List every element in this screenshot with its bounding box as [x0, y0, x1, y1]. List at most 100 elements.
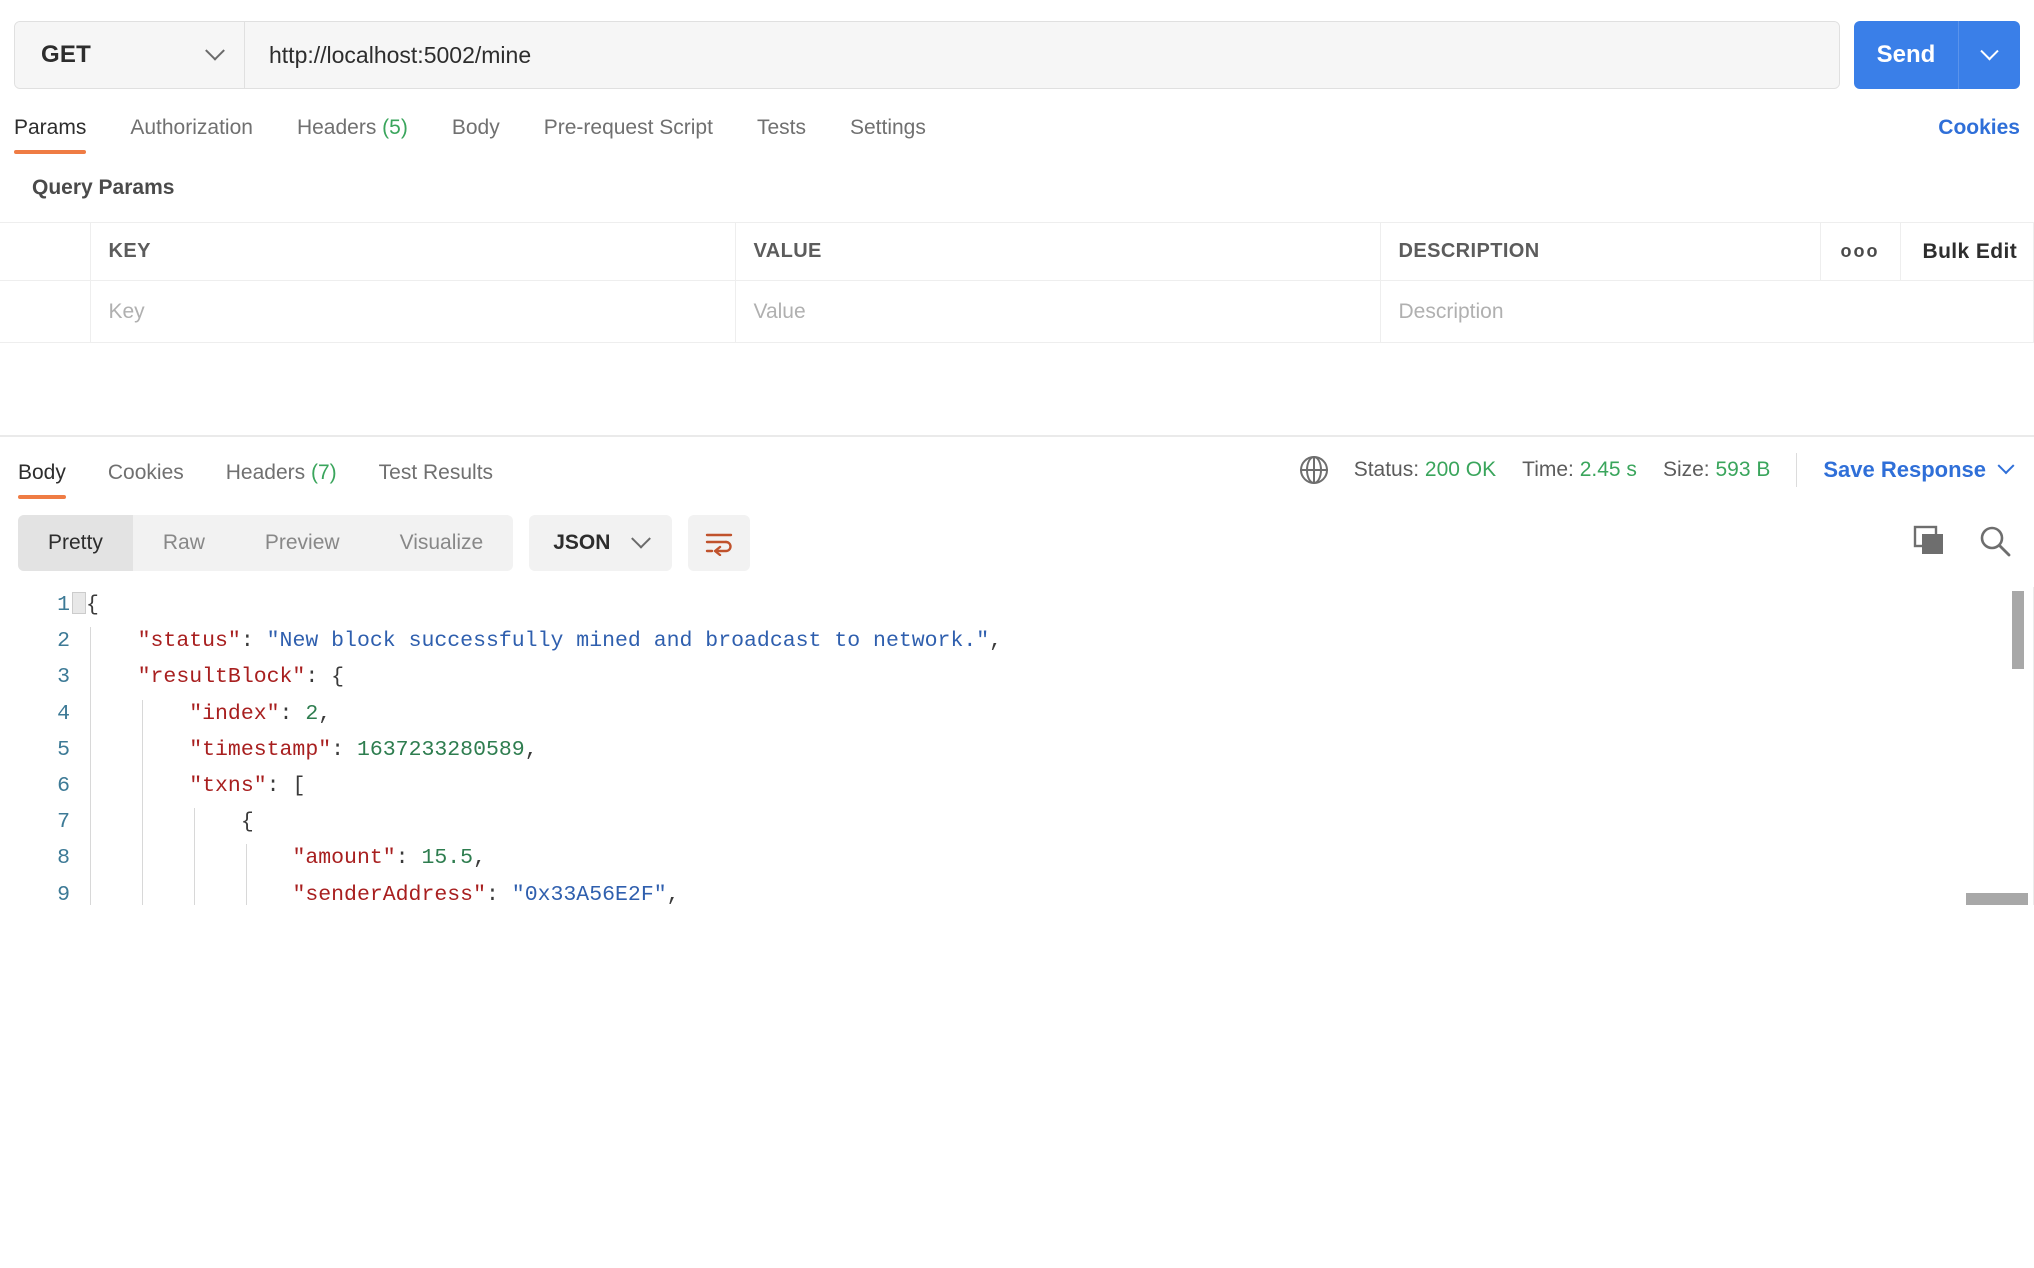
- url-text: http://localhost:5002/mine: [269, 41, 532, 68]
- url-input[interactable]: http://localhost:5002/mine: [245, 22, 1839, 88]
- view-mode-pretty[interactable]: Pretty: [18, 515, 133, 571]
- view-mode-visualize[interactable]: Visualize: [370, 515, 514, 571]
- response-format-label: JSON: [553, 531, 611, 554]
- size-group: Size: 593 B: [1663, 458, 1770, 482]
- response-tab-body-label: Body: [18, 461, 66, 484]
- time-group: Time: 2.45 s: [1522, 458, 1637, 482]
- http-method-label: GET: [41, 41, 91, 68]
- code-line[interactable]: "amount": 15.5,: [86, 840, 2034, 876]
- value-input[interactable]: Value: [735, 280, 1381, 343]
- send-button[interactable]: Send: [1854, 21, 1958, 89]
- code-token-key: "resultBlock": [137, 665, 306, 690]
- code-vertical-scrollbar[interactable]: [2012, 587, 2024, 905]
- code-token-num: 2: [305, 701, 319, 726]
- code-line[interactable]: {: [86, 804, 2034, 840]
- cookies-link[interactable]: Cookies: [1938, 116, 2020, 154]
- line-number: 2: [57, 629, 70, 654]
- code-token-pun: :: [395, 846, 422, 871]
- description-input[interactable]: Description: [1380, 280, 2034, 343]
- table-header-row: KEY VALUE DESCRIPTION ooo Bulk Edit: [0, 222, 2034, 281]
- copy-icon: [1913, 525, 1943, 554]
- response-body-code[interactable]: 1234567891011121314151617 { "status": "N…: [0, 587, 2034, 905]
- save-response-button[interactable]: Save Response: [1823, 457, 2015, 483]
- table-options-button[interactable]: ooo: [1820, 222, 1901, 281]
- response-tab-test-results[interactable]: Test Results: [379, 461, 493, 499]
- query-params-title: Query Params: [32, 176, 175, 199]
- response-tab-cookies[interactable]: Cookies: [108, 461, 184, 499]
- send-options-button[interactable]: [1958, 21, 2020, 89]
- code-line[interactable]: {: [72, 587, 2034, 623]
- code-vertical-scroll-thumb[interactable]: [2012, 591, 2024, 669]
- line-number: 6: [57, 773, 70, 798]
- tab-body[interactable]: Body: [452, 116, 500, 154]
- code-token-num: 15.5: [421, 846, 474, 871]
- code-line[interactable]: "status": "New block successfully mined …: [86, 623, 2034, 659]
- response-format-select[interactable]: JSON: [529, 515, 673, 571]
- code-token-str: "New block successfully mined and broadc…: [266, 629, 990, 654]
- code-fold-marker[interactable]: [72, 592, 86, 614]
- indent-guide: [194, 808, 195, 905]
- code-token-key: "amount": [292, 846, 396, 871]
- request-url-bar: GET http://localhost:5002/mine Send: [0, 0, 2034, 96]
- tab-settings[interactable]: Settings: [850, 116, 926, 154]
- tab-tests[interactable]: Tests: [757, 116, 806, 154]
- response-meta: Status: 200 OK Time: 2.45 s Size: 593 B …: [1299, 453, 2015, 499]
- code-token-pun: {: [240, 810, 254, 835]
- status-value: 200 OK: [1424, 458, 1497, 481]
- col-checkbox: [0, 222, 91, 281]
- size-label: Size:: [1662, 458, 1710, 481]
- copy-button[interactable]: [1912, 525, 1946, 562]
- size-value: 593 B: [1715, 458, 1771, 481]
- tab-pre-request-script-label: Pre-request Script: [543, 116, 713, 139]
- response-body-toolbar: Pretty Raw Preview Visualize JSON: [0, 499, 2034, 587]
- response-tab-headers-label: Headers: [225, 461, 306, 484]
- tab-params[interactable]: Params: [14, 116, 87, 154]
- line-number-gutter: 1234567891011121314151617: [0, 587, 86, 905]
- send-group: Send: [1854, 21, 2020, 89]
- code-token-pun: :: [331, 737, 357, 762]
- chevron-down-icon: [631, 528, 652, 549]
- view-mode-raw[interactable]: Raw: [133, 515, 235, 571]
- code-horizontal-scroll-thumb[interactable]: [1966, 893, 2028, 905]
- indent-guide: [142, 699, 143, 905]
- line-number: 3: [57, 665, 70, 690]
- view-mode-preview[interactable]: Preview: [235, 515, 370, 571]
- chevron-down-icon: [1980, 41, 1999, 60]
- code-token-pun: {: [86, 593, 99, 617]
- tab-pre-request-script[interactable]: Pre-request Script: [544, 116, 713, 154]
- search-icon: [1980, 526, 2011, 556]
- table-row: Key Value Description: [0, 280, 2034, 343]
- key-input[interactable]: Key: [90, 280, 736, 343]
- code-token-pun: ,: [473, 846, 486, 871]
- response-tab-headers[interactable]: Headers (7): [226, 461, 337, 499]
- bulk-edit-button[interactable]: Bulk Edit: [1900, 222, 2034, 281]
- search-button[interactable]: [1978, 524, 2012, 563]
- tab-authorization[interactable]: Authorization: [130, 116, 253, 154]
- code-token-pun: ,: [524, 737, 538, 762]
- code-line[interactable]: "index": 2,: [86, 696, 2034, 732]
- tab-settings-label: Settings: [849, 116, 926, 139]
- tab-headers[interactable]: Headers (5): [297, 116, 408, 154]
- status-group: Status: 200 OK: [1354, 458, 1496, 482]
- time-label: Time:: [1522, 458, 1574, 481]
- url-group: GET http://localhost:5002/mine: [14, 21, 1840, 89]
- response-tab-body[interactable]: Body: [18, 461, 66, 499]
- word-wrap-button[interactable]: [688, 515, 751, 571]
- time-value: 2.45 s: [1579, 458, 1637, 481]
- code-content[interactable]: { "status": "New block successfully mine…: [72, 587, 2034, 905]
- row-checkbox[interactable]: [0, 280, 91, 343]
- status-label: Status:: [1353, 458, 1420, 481]
- code-horizontal-scrollbar[interactable]: [0, 893, 2034, 905]
- col-value-header: VALUE: [735, 222, 1381, 281]
- code-line[interactable]: "timestamp": 1637233280589,: [86, 732, 2034, 768]
- globe-icon: [1299, 456, 1328, 484]
- request-tabs: Params Authorization Headers (5) Body Pr…: [0, 96, 2034, 154]
- code-token-key: "txns": [189, 773, 267, 798]
- http-method-select[interactable]: GET: [15, 22, 245, 88]
- tab-headers-label: Headers: [296, 116, 377, 139]
- line-number: 8: [57, 846, 70, 871]
- tab-headers-count: (5): [382, 116, 408, 139]
- code-line[interactable]: "txns": [: [86, 768, 2034, 804]
- code-line[interactable]: "resultBlock": {: [86, 659, 2034, 695]
- code-token-key: "timestamp": [189, 737, 332, 762]
